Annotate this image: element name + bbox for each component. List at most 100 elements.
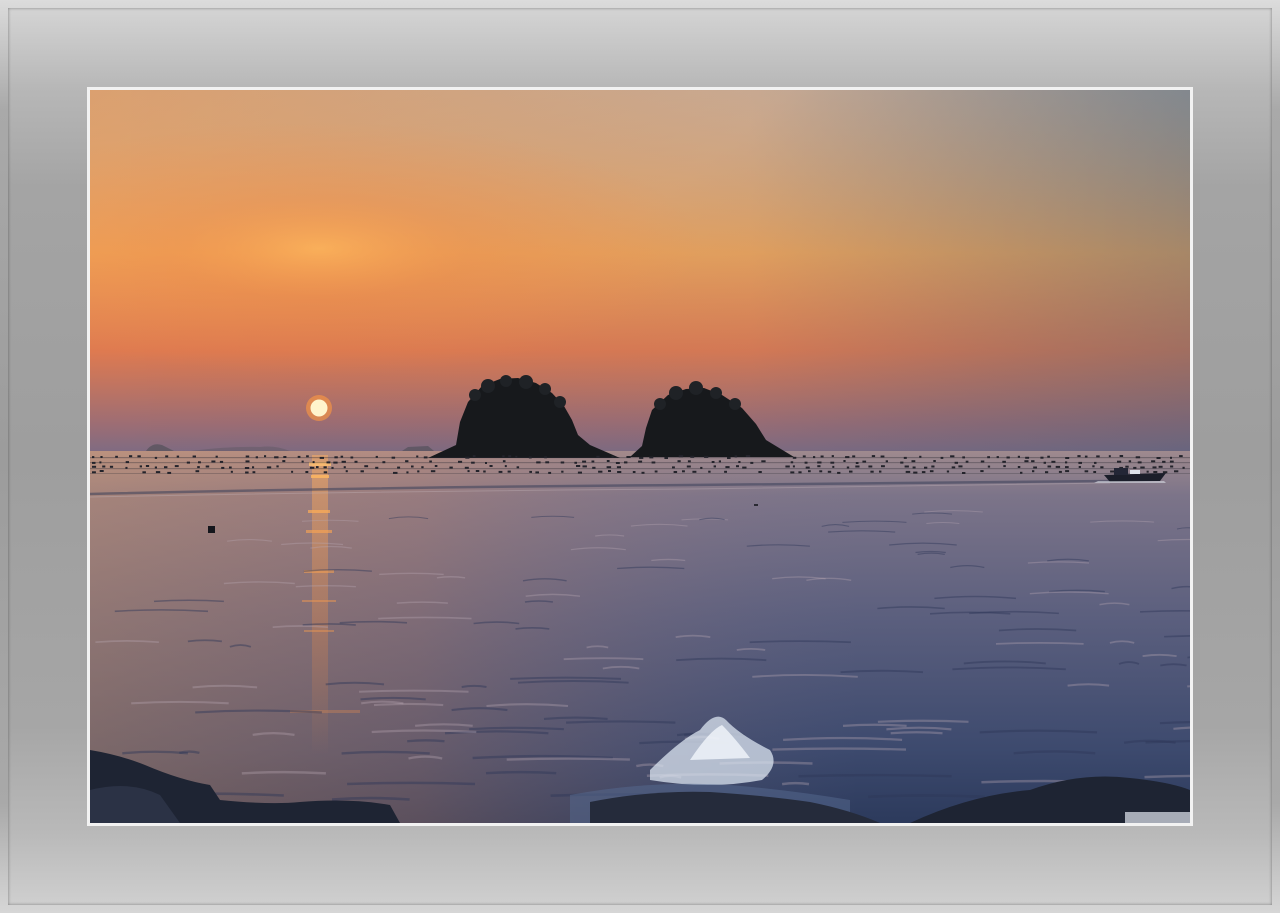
buoy [264,455,267,458]
ripple [1144,774,1190,779]
buoy [654,470,658,473]
ripple [1145,739,1190,744]
ripple [1159,721,1190,725]
buoy [1182,466,1185,469]
buoy [323,466,327,469]
buoy [919,455,922,458]
buoy [837,471,841,474]
buoy [301,460,304,463]
ripple [373,702,444,707]
buoy [1031,460,1035,463]
buoy [205,465,210,468]
buoy [940,456,944,459]
buoy [931,465,935,468]
buoy [92,465,97,468]
buoy [727,457,731,459]
buoy [291,470,294,473]
buoy [145,465,150,467]
buoy [830,461,835,464]
buoy [1047,455,1050,458]
buoy [1133,466,1137,469]
buoy [582,460,587,463]
buoy [611,455,614,458]
buoy [1135,456,1141,459]
buoy [1065,457,1070,459]
buoy [1162,471,1168,474]
buoy [109,465,114,468]
buoy [1040,456,1044,459]
buoy [1051,460,1056,463]
buoy [708,470,711,473]
buoy [1025,456,1030,459]
buoy [252,466,255,469]
buoy [639,456,644,459]
buoy [1017,466,1021,468]
buoy [1153,471,1158,473]
buoy [724,470,727,473]
buoy [99,461,102,464]
buoy [678,455,684,458]
buoy [831,455,834,458]
buoy [785,465,790,468]
buoy [316,466,319,469]
buoy [608,470,611,472]
buoy [245,471,249,474]
buoy [508,455,512,458]
buoy [382,461,386,464]
buoy [1055,465,1061,468]
buoy [933,460,936,462]
buoy [416,455,419,458]
ripple [407,739,445,743]
buoy [1092,465,1095,468]
buoy [980,460,985,463]
buoy [360,470,364,473]
buoy [1119,455,1124,457]
buoy [125,466,128,469]
buoy [802,455,806,458]
buoy [102,465,106,468]
buoy [965,460,969,463]
buoy [312,461,315,464]
sunset-photo [90,90,1190,823]
buoy [1110,470,1115,473]
buoy [1100,466,1104,469]
buoy [758,471,762,473]
buoy [176,455,180,458]
buoy [375,466,379,469]
buoy [1170,465,1174,468]
buoy [852,455,856,458]
buoy [411,465,414,468]
buoy [297,455,301,458]
buoy [535,471,539,474]
buoy [1146,470,1149,473]
buoy [154,466,157,469]
buoy [700,466,703,469]
buoy [1140,466,1145,469]
buoy [880,455,885,458]
buoy [1137,461,1142,464]
buoy [323,471,328,474]
buoy [742,466,747,469]
buoy [276,465,279,468]
buoy [682,470,685,473]
buoy [345,470,348,473]
buoy [846,466,850,469]
buoy [808,470,811,473]
buoy [464,466,469,469]
buoy [334,456,338,459]
buoy [904,465,909,468]
ripple [1164,635,1190,638]
buoy [1002,460,1006,463]
buoy [868,465,873,468]
buoy [92,461,96,464]
buoy [417,470,420,473]
buoy [529,470,532,473]
buoy [504,465,507,468]
buoy [950,455,955,458]
buoy [638,460,643,463]
ripple [461,684,487,688]
ripple [890,731,943,735]
buoy [921,471,926,474]
buoy [1152,466,1157,469]
buoy [364,465,369,468]
